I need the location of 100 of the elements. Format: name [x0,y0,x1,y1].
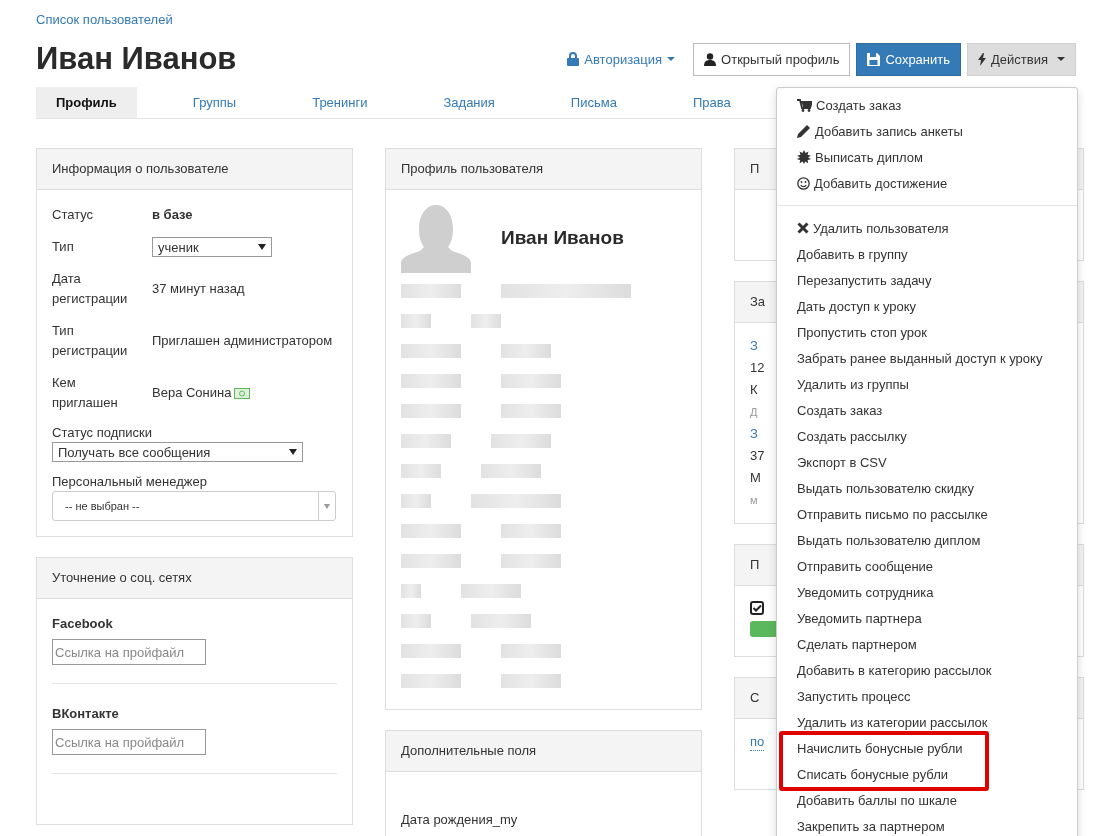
blurred-text [401,314,431,328]
blurred-text [491,434,551,448]
blurred-text [501,674,561,688]
field-label: Тип регистрации [52,322,129,360]
blurred-text [401,464,441,478]
order-text: 37 [749,448,765,464]
menu-item[interactable]: Дать доступ к уроку [777,293,1077,319]
page-title: Иван Иванов [36,41,237,77]
menu-item[interactable]: Создать заказ [777,397,1077,423]
blurred-text [471,614,531,628]
menu-item[interactable]: Добавить запись анкеты [777,118,1077,144]
banknote-icon [234,387,251,399]
checkbox-icon [749,601,764,615]
tab[interactable]: Права [672,87,751,118]
actions-dropdown-button[interactable]: Действия [967,42,1076,76]
manager-select[interactable]: -- не выбран -- [52,491,336,521]
menu-item[interactable]: Начислить бонусные рубли [783,735,985,761]
blurred-text [401,344,461,358]
menu-item[interactable]: Создать рассылку [777,423,1077,449]
field-label: Кем приглашен [52,374,119,412]
field-label: Дата регистрации [52,270,129,308]
menu-item[interactable]: Закрепить за партнером [777,813,1077,836]
close-icon [797,222,809,234]
order-note: м [749,493,758,508]
blurred-text [401,524,461,538]
tab[interactable]: Тренинги [292,87,388,118]
menu-item[interactable]: Добавить баллы по шкале [777,787,1077,813]
panel-heading: Дополнительные поля [386,731,701,772]
menu-item[interactable]: Сделать партнером [777,631,1077,657]
blurred-text [481,464,541,478]
blurred-text [501,644,561,658]
smiley-icon [797,176,810,190]
field-label: Тип [52,238,75,256]
blurred-text [401,434,451,448]
menu-item[interactable]: Создать заказ [777,92,1077,118]
type-select[interactable]: ученик [152,237,272,257]
field-label: Статус подписки [52,425,154,440]
panel-heading: Информация о пользователе [37,149,352,190]
blurred-text [401,374,461,388]
blurred-text [501,524,561,538]
menu-item[interactable]: Удалить пользователя [777,215,1077,241]
blurred-text [471,314,501,328]
menu-item[interactable]: Отправить письмо по рассылке [777,501,1077,527]
profile-name: Иван Иванов [501,227,624,249]
cart-icon [797,98,812,112]
authorization-dropdown[interactable]: Авторизация [567,51,676,67]
menu-item[interactable]: Удалить из группы [777,371,1077,397]
blurred-text [401,614,431,628]
menu-item[interactable]: Добавить в группу [777,241,1077,267]
panel-heading: Профиль пользователя [386,149,701,190]
blurred-text [401,554,461,568]
tab[interactable]: Письма [550,87,637,118]
order-note: Д [749,405,758,420]
blurred-text [501,374,561,388]
subscription-select[interactable]: Получать все сообщения [52,442,303,462]
order-text: М [749,470,761,486]
profile-link-field[interactable]: Ссылка на пройфайл [52,729,206,755]
network-name: ВКонтакте [52,706,120,721]
menu-item[interactable]: Запустить процесс [777,683,1077,709]
panel-heading: Уточнение о соц. сетях [37,558,352,599]
tab[interactable]: Задания [423,87,515,118]
field-value: Приглашен администратором [152,332,334,350]
order-text: К [749,382,758,398]
menu-item[interactable]: Выдать пользователю скидку [777,475,1077,501]
blurred-text [401,404,461,418]
blurred-text [401,494,431,508]
network-name: Facebook [52,616,114,631]
order-link[interactable]: З [749,338,758,354]
breadcrumb-link[interactable]: Список пользователей [36,12,173,27]
order-text: 12 [749,360,765,376]
field-label: Персональный менеджер [52,474,208,489]
field-label: Статус [52,206,95,224]
menu-item[interactable]: Уведомить партнера [777,605,1077,631]
avatar-silhouette-icon [401,205,471,273]
field-label: Дата рождения_my [401,812,518,827]
field-value: 37 минут назад [152,280,246,298]
menu-item[interactable]: Забрать ранее выданный доступ к уроку [777,345,1077,371]
save-button[interactable]: Сохранить [856,42,962,76]
order-link[interactable]: З [749,426,758,442]
blurred-text [401,644,461,658]
blurred-text [401,284,461,298]
user-icon [704,52,717,66]
pencil-icon [797,124,811,138]
dotted-link[interactable]: по [749,734,765,751]
lightning-icon [978,52,987,66]
blurred-text [401,674,461,688]
profile-link-field[interactable]: Ссылка на пройфайл [52,639,206,665]
tab[interactable]: Группы [172,87,257,118]
blurred-text [461,584,521,598]
blurred-text [501,404,561,418]
blurred-text [501,554,561,568]
tab[interactable]: Профиль [36,87,137,118]
field-value: Вера Сонина [152,384,232,402]
lock-icon [567,52,580,66]
open-profile-button[interactable]: Открытый профиль [693,42,851,76]
menu-item[interactable]: Отправить сообщение [777,553,1077,579]
blurred-text [401,584,421,598]
burst-icon [797,150,811,164]
menu-item[interactable]: Списать бонусные рубли [783,761,985,787]
menu-item[interactable]: Экспорт в CSV [777,449,1077,475]
